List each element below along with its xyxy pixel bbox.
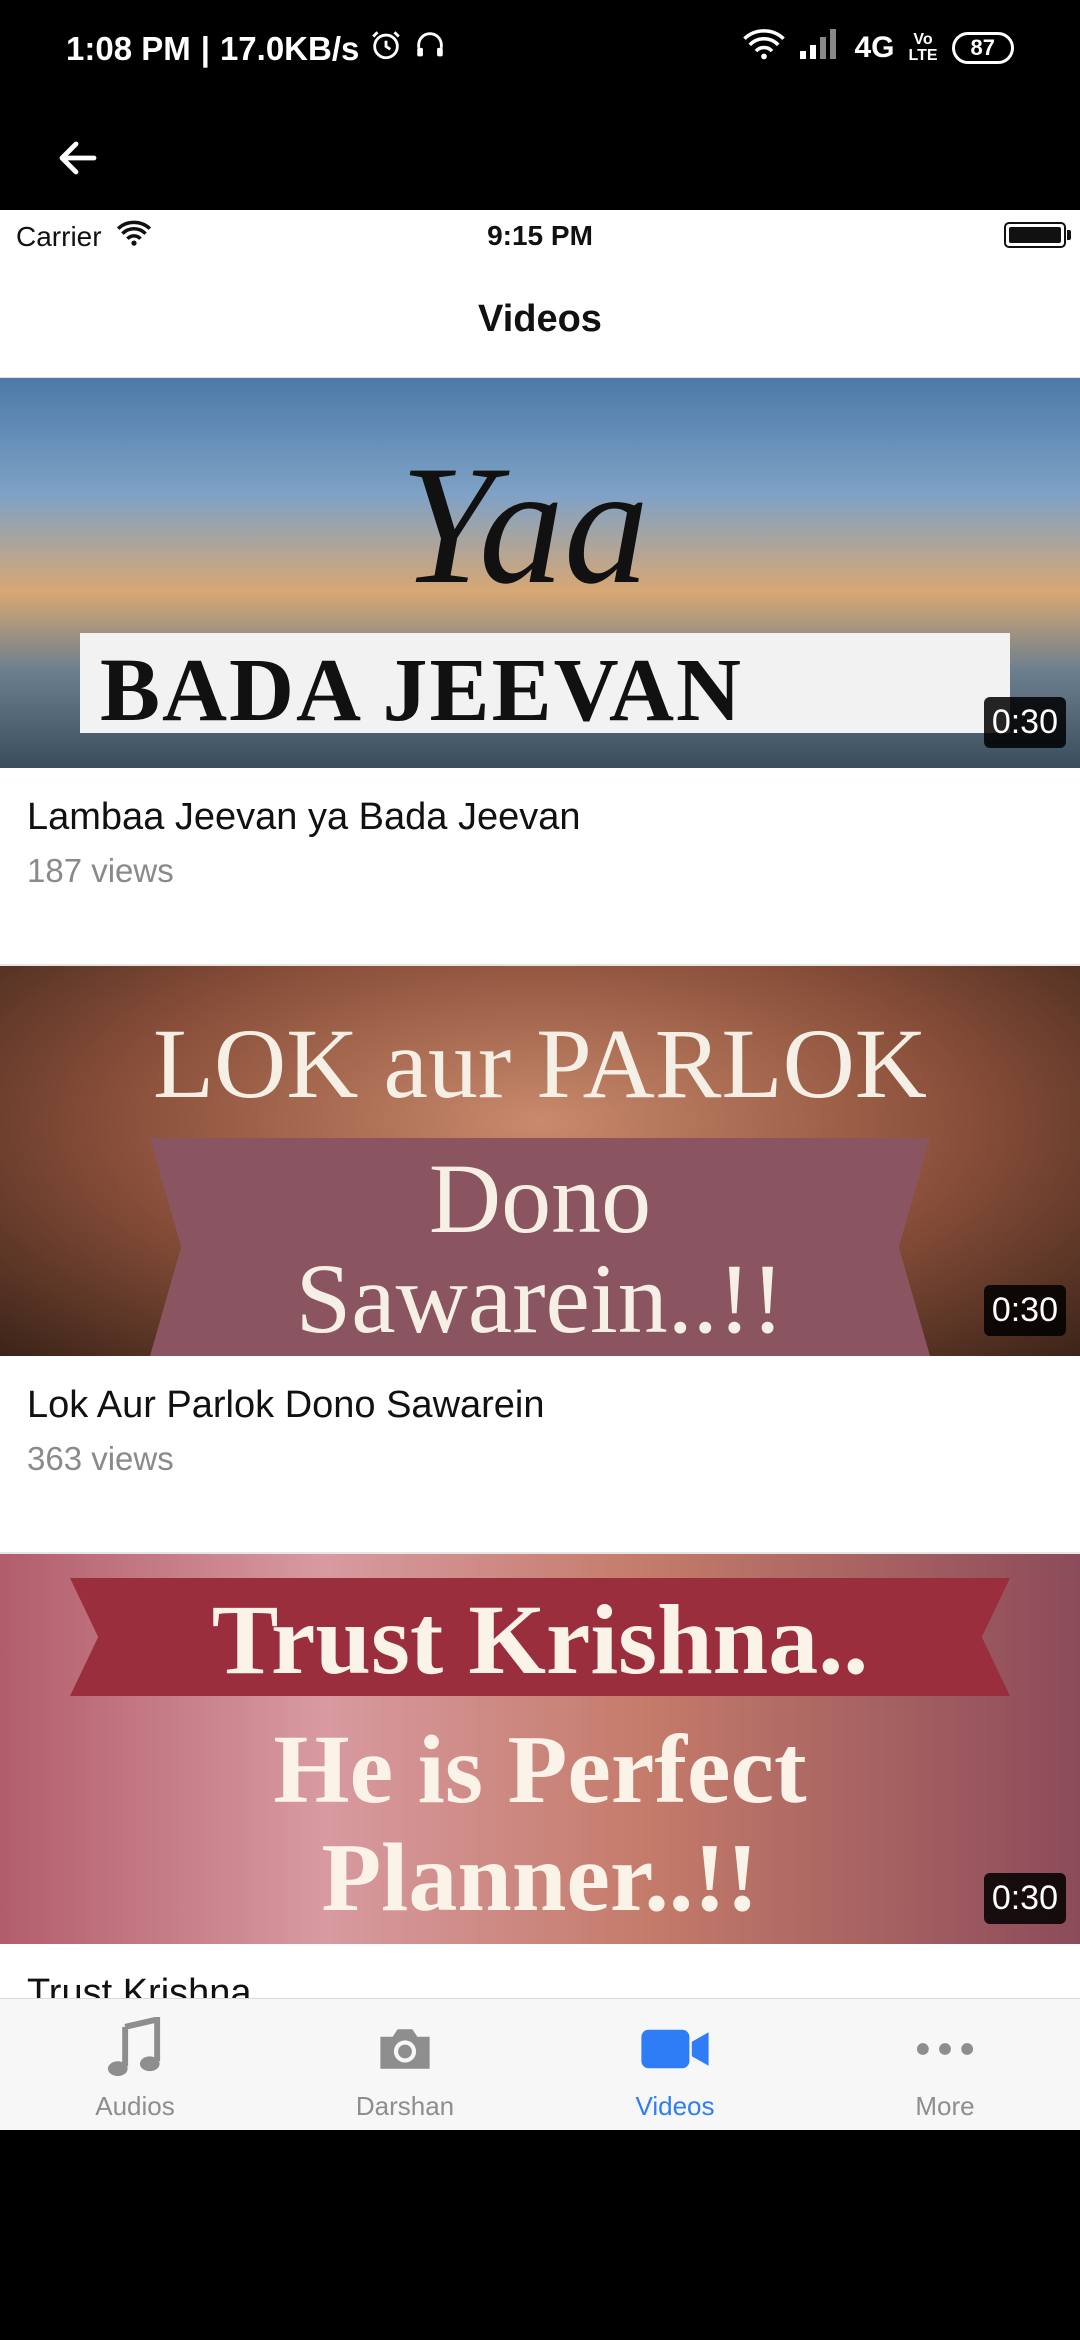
video-camera-icon	[641, 2029, 709, 2069]
navigation-bar: Videos	[0, 262, 1080, 378]
video-item[interactable]: LOK aur PARLOK Dono Sawarein..!! 0:30 Lo…	[0, 966, 1080, 1554]
thumbnail-text: LOK aur PARLOK	[152, 1008, 928, 1119]
tab-bar: Audios Darshan Videos More	[0, 1998, 1080, 2130]
duration-badge: 0:30	[983, 1873, 1066, 1924]
network-type: 4G	[854, 31, 895, 64]
app-bar	[0, 100, 1080, 210]
tab-audios[interactable]: Audios	[0, 1999, 270, 2130]
android-status-bar: 1:08 PM | 17.0KB/s 4G Vo LTE 87	[0, 0, 1080, 100]
video-thumbnail[interactable]: LOK aur PARLOK Dono Sawarein..!! 0:30	[0, 966, 1080, 1356]
status-time: 1:08 PM	[66, 30, 191, 67]
alarm-icon	[369, 28, 403, 70]
thumbnail-text: Dono	[428, 1143, 652, 1254]
thumbnail-text: Sawarein..!!	[295, 1243, 785, 1354]
duration-badge: 0:30	[983, 697, 1066, 748]
tab-videos[interactable]: Videos	[540, 1999, 810, 2130]
signal-icon	[800, 29, 840, 67]
tab-darshan[interactable]: Darshan	[270, 1999, 540, 2130]
music-note-icon	[107, 2017, 161, 2077]
ios-clock: 9:15 PM	[487, 220, 593, 251]
video-title: Lok Aur Parlok Dono Sawarein	[27, 1384, 545, 1426]
battery-icon	[1004, 222, 1071, 248]
tab-label: Darshan	[355, 2091, 455, 2121]
app-screen: Carrier 9:15 PM Videos Yaa BADA JEEVAN 0…	[0, 210, 1080, 2130]
video-title: Lambaa Jeevan ya Bada Jeevan	[27, 796, 581, 838]
tab-label: Audios	[95, 2091, 175, 2121]
tab-more[interactable]: More	[810, 1999, 1080, 2130]
status-network-speed: 17.0KB/s	[219, 30, 360, 67]
video-list[interactable]: Yaa BADA JEEVAN 0:30 Lambaa Jeevan ya Ba…	[0, 378, 1080, 2130]
video-thumbnail[interactable]: Yaa BADA JEEVAN 0:30	[0, 378, 1080, 768]
arrow-left-icon	[59, 141, 97, 175]
thumbnail-text: Yaa	[400, 431, 649, 619]
thumbnail-text: Planner..!!	[321, 1824, 759, 1932]
thumbnail-text: He is Perfect	[273, 1716, 807, 1824]
wifi-icon	[742, 28, 786, 68]
video-item[interactable]: Yaa BADA JEEVAN 0:30 Lambaa Jeevan ya Ba…	[0, 378, 1080, 966]
bottom-letterbox	[0, 2130, 1080, 2340]
video-thumbnail[interactable]: Trust Krishna.. He is Perfect Planner..!…	[0, 1554, 1080, 1944]
thumbnail-text: Trust Krishna..	[211, 1584, 869, 1695]
video-views: 187 views	[27, 852, 174, 889]
duration-badge: 0:30	[983, 1285, 1066, 1336]
tab-label: More	[915, 2091, 975, 2121]
headphones-icon	[413, 28, 447, 70]
volte-indicator: Vo LTE	[908, 31, 938, 64]
video-views: 363 views	[27, 1440, 174, 1477]
page-title: Videos	[478, 298, 602, 340]
ios-status-bar: Carrier 9:15 PM	[0, 210, 1080, 262]
thumbnail-text: BADA JEEVAN	[100, 641, 743, 740]
battery-indicator: 87	[951, 32, 1014, 64]
back-button[interactable]	[48, 128, 108, 188]
camera-icon	[380, 2029, 430, 2069]
status-separator: |	[200, 30, 210, 67]
more-dots-icon	[916, 2043, 974, 2055]
tab-label: Videos	[635, 2091, 715, 2121]
